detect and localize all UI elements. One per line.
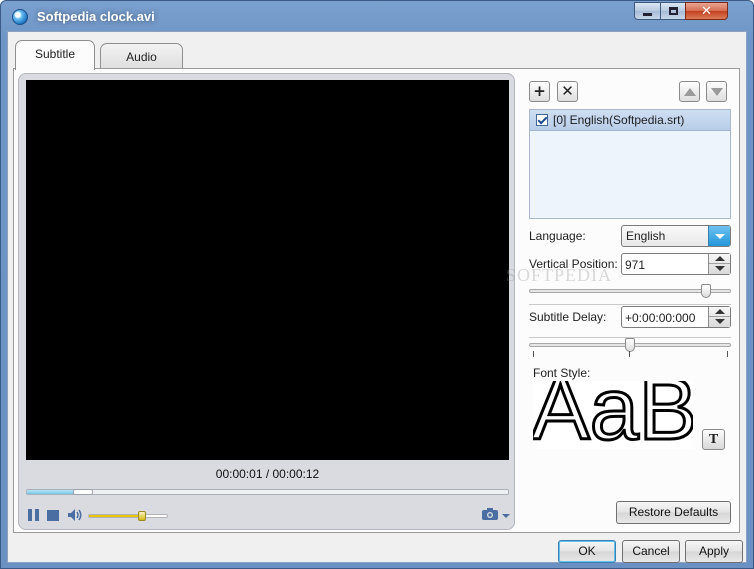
vertical-position-thumb[interactable]	[701, 284, 711, 298]
slider-tick	[629, 351, 630, 357]
subtitle-checkbox[interactable]	[536, 114, 548, 126]
tab-subtitle[interactable]: Subtitle	[15, 40, 95, 70]
divider	[529, 304, 731, 305]
spin-up-icon[interactable]	[715, 256, 725, 261]
language-dropdown[interactable]: English	[621, 225, 731, 247]
volume-thumb[interactable]	[138, 511, 146, 521]
add-subtitle-button[interactable]: +	[529, 81, 550, 102]
vertical-position-stepper[interactable]: 971	[621, 253, 731, 275]
language-label: Language:	[529, 229, 586, 243]
apply-button[interactable]: Apply	[685, 540, 743, 563]
font-preview: AaB	[533, 381, 693, 449]
speaker-icon[interactable]	[67, 508, 83, 522]
spin-divider	[709, 263, 730, 264]
subtitle-delay-label: Subtitle Delay:	[529, 310, 607, 324]
ok-button[interactable]: OK	[558, 540, 616, 563]
arrow-up-icon	[683, 87, 696, 96]
remove-subtitle-button[interactable]: ✕	[557, 81, 578, 102]
time-display: 00:00:01 / 00:00:12	[215, 467, 320, 481]
video-player: 00:00:01 / 00:00:12	[18, 73, 515, 530]
subtitle-delay-thumb[interactable]	[625, 338, 635, 352]
stop-icon[interactable]	[47, 510, 59, 521]
slider-tick	[533, 351, 534, 357]
dialog-window: Softpedia clock.avi ✕ Subtitle Audio SOF…	[0, 0, 754, 569]
dialog-client-area: Subtitle Audio SOFTPEDIA 00:00:01 / 00:0…	[7, 31, 747, 563]
vertical-position-slider[interactable]	[529, 284, 731, 298]
vertical-position-label: Vertical Position:	[529, 257, 618, 271]
minimize-icon	[643, 12, 652, 16]
font-sample-text: AaB	[533, 381, 693, 449]
tab-audio[interactable]: Audio	[100, 43, 183, 71]
spin-up-icon[interactable]	[715, 309, 725, 314]
cancel-button[interactable]: Cancel	[622, 540, 680, 563]
vertical-position-value[interactable]: 971	[625, 258, 645, 272]
chevron-down-icon[interactable]	[708, 226, 730, 246]
title-bar[interactable]: Softpedia clock.avi ✕	[1, 1, 753, 31]
list-item[interactable]: [0] English(Softpedia.srt)	[530, 110, 730, 131]
globe-icon	[12, 9, 28, 25]
slider-tick	[727, 351, 728, 357]
seek-slider[interactable]	[26, 489, 509, 495]
subtitle-delay-stepper[interactable]: +0:00:00:000	[621, 306, 731, 328]
subtitle-delay-slider[interactable]	[529, 338, 731, 352]
chevron-down-icon[interactable]	[501, 512, 511, 520]
spin-divider	[709, 316, 730, 317]
window-title: Softpedia clock.avi	[37, 9, 155, 24]
video-display[interactable]	[26, 80, 509, 460]
pause-icon[interactable]	[28, 509, 39, 521]
plus-icon: +	[533, 82, 546, 100]
restore-defaults-button[interactable]: Restore Defaults	[616, 501, 731, 524]
seek-progress-fill	[27, 490, 75, 494]
volume-fill	[89, 515, 142, 517]
seek-thumb[interactable]	[73, 489, 93, 495]
subtitle-delay-value[interactable]: +0:00:00:000	[625, 311, 695, 325]
vertical-position-spin-buttons[interactable]	[708, 254, 730, 274]
spin-down-icon[interactable]	[715, 266, 725, 271]
arrow-down-icon	[710, 87, 723, 96]
maximize-icon	[668, 7, 678, 15]
minimize-button[interactable]	[634, 2, 661, 20]
maximize-button[interactable]	[660, 2, 686, 20]
font-settings-button[interactable]: T	[702, 429, 725, 450]
font-style-label: Font Style:	[533, 366, 591, 380]
tab-panel-subtitle: SOFTPEDIA 00:00:01 / 00:00:12 + ✕ [0] En…	[13, 68, 740, 533]
subtitle-item-label: [0] English(Softpedia.srt)	[553, 113, 685, 127]
spin-down-icon[interactable]	[715, 319, 725, 324]
close-icon: ✕	[701, 3, 712, 19]
x-icon: ✕	[561, 82, 574, 100]
volume-slider[interactable]	[88, 511, 168, 521]
subtitle-delay-spin-buttons[interactable]	[708, 307, 730, 327]
language-value: English	[626, 229, 666, 243]
subtitle-list[interactable]: [0] English(Softpedia.srt)	[529, 109, 731, 219]
close-button[interactable]: ✕	[685, 2, 728, 20]
move-down-button[interactable]	[706, 81, 727, 102]
camera-icon[interactable]	[481, 507, 499, 521]
move-up-button[interactable]	[679, 81, 700, 102]
